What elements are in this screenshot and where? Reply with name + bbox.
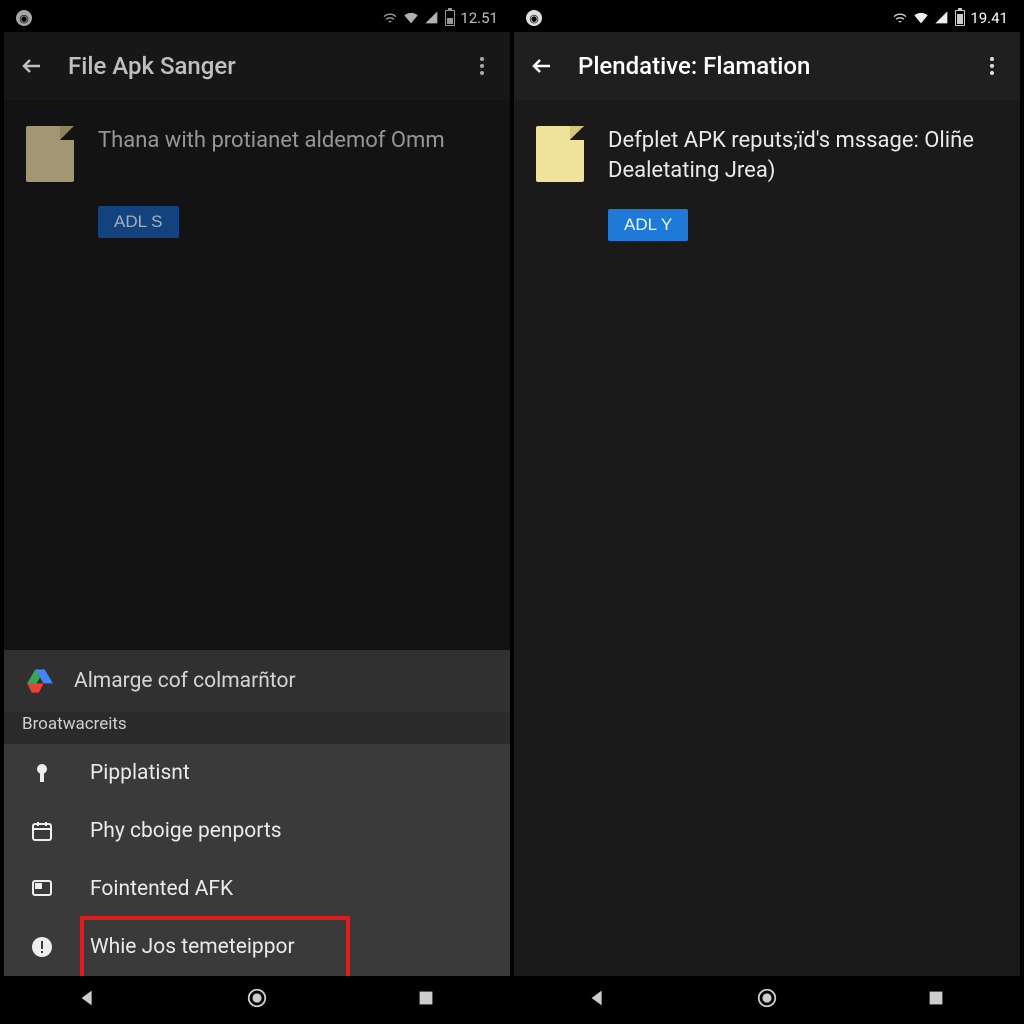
nav-recent-icon[interactable]	[923, 985, 949, 1011]
drive-icon	[26, 668, 54, 694]
signal-icon	[424, 10, 440, 26]
nav-bar	[514, 976, 1020, 1020]
file-title: Defplet APK reputs;ïd's mssage: Oliñe De…	[608, 126, 998, 185]
clock: 19.41	[970, 9, 1008, 27]
calendar-icon	[30, 819, 54, 843]
signal-icon	[934, 10, 950, 26]
file-icon	[536, 126, 584, 182]
sheet-item-label: Fointented AFK	[90, 877, 233, 901]
overflow-menu-icon[interactable]	[470, 54, 494, 78]
file-item[interactable]: Thana with protianet aldemof Omm	[4, 100, 510, 192]
back-icon[interactable]	[530, 54, 554, 78]
phone-screen-left: ◉ 12.51 File Apk Sanger Thana with proti…	[4, 4, 510, 1020]
square-icon	[30, 877, 54, 901]
sheet-item-pipplatisnt[interactable]: Pipplatisnt	[4, 744, 510, 802]
sheet-item-whie[interactable]: Whie Jos temeteippor	[4, 918, 510, 976]
file-icon	[26, 126, 74, 182]
back-icon[interactable]	[20, 54, 44, 78]
battery-icon	[955, 10, 965, 26]
nav-bar	[4, 976, 510, 1020]
wifi-icon	[913, 10, 929, 26]
action-bar: Plendative: Flamation	[514, 32, 1020, 100]
phone-screen-right: ◉ 19.41 Plendative: Flamation Defplet AP…	[514, 4, 1020, 1020]
nav-home-icon[interactable]	[244, 985, 270, 1011]
sheet-header[interactable]: Almarge cof colmarñtor	[4, 650, 510, 712]
clock: 12.51	[460, 9, 498, 27]
status-bar: ◉ 12.51	[4, 4, 510, 32]
sheet-section-label: Broatwacreits	[4, 712, 510, 744]
sheet-items: Pipplatisnt Phy cboige penports Fointent…	[4, 744, 510, 976]
file-title: Thana with protianet aldemof Omm	[98, 126, 488, 182]
sheet-item-label: Whie Jos temeteippor	[90, 935, 295, 959]
sheet-title: Almarge cof colmarñtor	[74, 669, 296, 693]
nav-back-icon[interactable]	[75, 985, 101, 1011]
overflow-menu-icon[interactable]	[980, 54, 1004, 78]
file-item[interactable]: Defplet APK reputs;ïd's mssage: Oliñe De…	[514, 100, 1020, 195]
content-area: Defplet APK reputs;ïd's mssage: Oliñe De…	[514, 100, 1020, 1020]
sheet-item-label: Phy cboige penports	[90, 819, 282, 843]
adl-button[interactable]: ADL Y	[608, 209, 688, 241]
pin-icon	[30, 761, 54, 785]
bottom-sheet: Almarge cof colmarñtor Broatwacreits Pip…	[4, 650, 510, 976]
page-title: File Apk Sanger	[68, 52, 446, 80]
wifi-outline-icon	[382, 10, 398, 26]
action-bar: File Apk Sanger	[4, 32, 510, 100]
nav-back-icon[interactable]	[585, 985, 611, 1011]
location-icon: ◉	[526, 10, 542, 26]
nav-recent-icon[interactable]	[413, 985, 439, 1011]
location-icon: ◉	[16, 10, 32, 26]
wifi-outline-icon	[892, 10, 908, 26]
battery-icon	[445, 10, 455, 26]
page-title: Plendative: Flamation	[578, 52, 956, 80]
sheet-item-fointented[interactable]: Fointented AFK	[4, 860, 510, 918]
sheet-item-label: Pipplatisnt	[90, 761, 190, 785]
alert-icon	[30, 935, 54, 959]
nav-home-icon[interactable]	[754, 985, 780, 1011]
wifi-icon	[403, 10, 419, 26]
sheet-item-phy[interactable]: Phy cboige penports	[4, 802, 510, 860]
status-bar: ◉ 19.41	[514, 4, 1020, 32]
adl-button[interactable]: ADL S	[98, 206, 179, 238]
